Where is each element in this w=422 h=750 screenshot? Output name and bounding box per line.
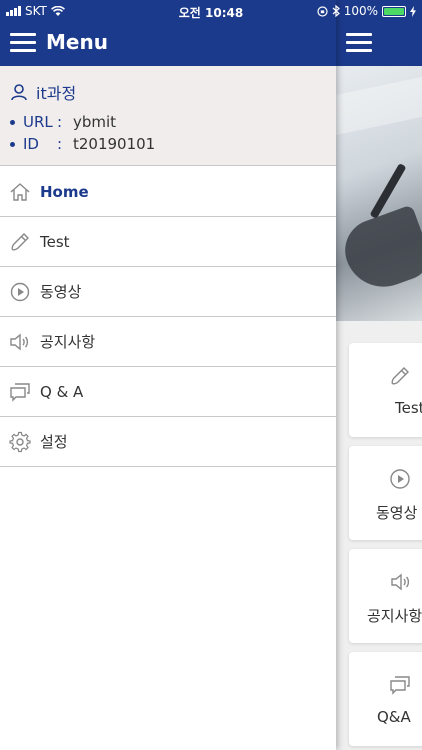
profile-panel: it과정 URL : ybmit ID : t20190101 (0, 66, 336, 166)
chat-icon (10, 382, 30, 402)
menu-item-notice[interactable]: 공지사항 (0, 317, 336, 367)
card-label: 공지사항 (367, 607, 422, 625)
charging-icon (410, 5, 416, 17)
main-panel: Test 동영상 공지사항 Q&A (336, 0, 422, 750)
speaker-icon (10, 333, 29, 350)
menu-item-test[interactable]: Test (0, 217, 336, 267)
id-row: ID : t20190101 (10, 135, 155, 153)
menu-item-label: 공지사항 (40, 333, 96, 351)
card-video[interactable]: 동영상 (349, 446, 422, 540)
chat-icon (390, 676, 410, 695)
rotation-lock-icon (317, 5, 328, 17)
card-label: 동영상 (376, 504, 418, 522)
url-row: URL : ybmit (10, 113, 116, 131)
menu-item-home[interactable]: Home (0, 167, 336, 217)
pencil-icon (11, 232, 29, 250)
card-label: Q&A (377, 708, 411, 726)
menu-item-label: Test (40, 232, 70, 251)
speaker-icon (391, 573, 410, 591)
menu-item-label: 동영상 (40, 283, 82, 301)
url-sep: : (57, 113, 63, 131)
play-icon (10, 282, 30, 301)
menu-icon[interactable] (10, 33, 36, 53)
home-icon (10, 182, 30, 201)
status-bar: SKT 오전 10:48 100% (0, 0, 422, 22)
card-qna[interactable]: Q&A (349, 652, 422, 746)
bluetooth-icon (332, 5, 340, 17)
id-key: ID (23, 135, 39, 153)
menu-item-settings[interactable]: 설정 (0, 417, 336, 467)
main-menu-icon[interactable] (346, 33, 372, 53)
menu-item-label: 설정 (40, 433, 68, 451)
hero-image (336, 66, 422, 321)
pencil-icon (391, 367, 409, 385)
status-right: 100% (317, 4, 416, 18)
url-key: URL (23, 113, 53, 131)
gear-icon (9, 431, 31, 452)
id-value: t20190101 (73, 135, 156, 153)
battery-icon (382, 5, 406, 17)
id-sep: : (57, 135, 63, 153)
course-name: it과정 (10, 80, 76, 104)
menu-item-video[interactable]: 동영상 (0, 267, 336, 317)
url-value: ybmit (73, 113, 117, 131)
battery-fill (384, 7, 404, 15)
card-notice[interactable]: 공지사항 (349, 549, 422, 643)
menu-item-qna[interactable]: Q & A (0, 367, 336, 417)
side-drawer: Menu it과정 URL : ybmit ID : t20190101 Hom (0, 0, 336, 750)
card-test[interactable]: Test (349, 343, 422, 437)
drawer-title: Menu (46, 30, 108, 54)
card-label: Test (395, 399, 422, 417)
user-icon (11, 84, 27, 101)
battery-percent: 100% (343, 4, 378, 18)
play-icon (390, 469, 410, 489)
course-label: it과정 (36, 84, 77, 103)
menu-item-label: Q & A (40, 382, 84, 401)
menu-item-label: Home (40, 182, 89, 201)
